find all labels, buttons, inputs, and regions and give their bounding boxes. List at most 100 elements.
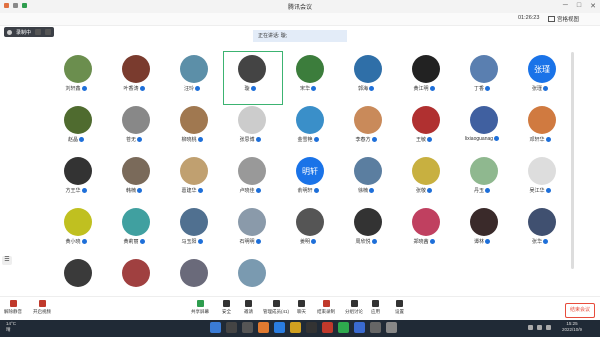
- participant-tile[interactable]: 邓轩华: [514, 103, 572, 155]
- wechat-icon[interactable]: [338, 322, 349, 333]
- participant-name-text: 王敏: [415, 137, 426, 143]
- participant-tile[interactable]: lixiaoguanag: [456, 103, 514, 155]
- view-mode-button[interactable]: 宫格视图: [548, 15, 579, 23]
- volume-icon[interactable]: [546, 325, 551, 330]
- participant-tile[interactable]: 汪玲: [166, 52, 224, 104]
- stop-recording-toolbar-button[interactable]: 结束录制: [317, 300, 335, 315]
- edge-icon[interactable]: [274, 322, 285, 333]
- wps-icon[interactable]: [322, 322, 333, 333]
- wifi-icon[interactable]: [537, 325, 542, 330]
- manage-members-button[interactable]: 管理成员(41): [263, 300, 289, 315]
- share-label: 共享屏幕: [191, 309, 209, 314]
- participant-tile[interactable]: 马玉阳: [166, 205, 224, 257]
- participant-name-text: 赵晶: [67, 137, 78, 143]
- participant-name-text: 石明明: [239, 239, 255, 245]
- side-panel-toggle[interactable]: ☰: [2, 256, 12, 265]
- verified-icon: [485, 86, 490, 92]
- participant-tile[interactable]: 谭林: [456, 205, 514, 257]
- verified-icon: [494, 136, 500, 142]
- end-meeting-button[interactable]: 结束会议: [565, 303, 595, 318]
- breakout-button[interactable]: 分组讨论: [345, 300, 363, 315]
- close-button[interactable]: ✕: [590, 2, 596, 10]
- avatar: [470, 55, 498, 83]
- participant-tile[interactable]: 苍无: [108, 103, 166, 155]
- taskbar-clock[interactable]: 15:25 2022/10/9: [562, 321, 582, 333]
- participant-name-text: 葛建华: [181, 188, 197, 194]
- task-view-icon[interactable]: [242, 322, 253, 333]
- participant-tile[interactable]: 卢晓佳: [224, 154, 282, 206]
- grid-scrollbar[interactable]: [571, 52, 574, 269]
- weather-widget[interactable]: 14°C 晴: [6, 321, 16, 332]
- participant-tile[interactable]: 姜明: [282, 205, 340, 257]
- start-icon[interactable]: [210, 322, 221, 333]
- share-screen-button[interactable]: 共享屏幕: [191, 300, 209, 315]
- participant-tile[interactable]: 宋华: [282, 52, 340, 104]
- chat-button[interactable]: 聊天: [297, 300, 306, 315]
- participant-tile[interactable]: 葛建华: [166, 154, 224, 206]
- participant-tile[interactable]: 丁香: [456, 52, 514, 104]
- minimize-button[interactable]: ─: [563, 2, 568, 10]
- avatar: [64, 55, 92, 83]
- participant-tile[interactable]: 吴江华: [514, 154, 572, 206]
- avatar: [180, 259, 208, 287]
- folder-icon[interactable]: [290, 322, 301, 333]
- avatar: [528, 106, 556, 134]
- participant-tile[interactable]: 李春方: [340, 103, 398, 155]
- app-icon[interactable]: [306, 322, 317, 333]
- participant-name: 韩楠: [108, 187, 160, 194]
- participant-name: 丹玉: [456, 187, 508, 194]
- security-button[interactable]: 安全: [222, 300, 231, 315]
- members-label: 管理成员(41): [263, 309, 290, 314]
- video-button[interactable]: 开启视频: [33, 300, 51, 315]
- participant-tile[interactable]: 韩楠: [108, 154, 166, 206]
- participant-tile[interactable]: 张思博: [224, 103, 282, 155]
- participant-tile[interactable]: 黄小晓: [50, 205, 108, 257]
- record-label: 结束录制: [317, 309, 335, 314]
- settings-button[interactable]: 设置: [395, 300, 404, 315]
- apps-button[interactable]: 应用: [371, 300, 380, 315]
- participant-tile[interactable]: 黄莉丽: [108, 205, 166, 257]
- participant-name: 赵晶: [50, 136, 102, 143]
- participant-tile[interactable]: 郑晓茜: [398, 205, 456, 257]
- avatar: [470, 106, 498, 134]
- app-icon-2[interactable]: [386, 322, 397, 333]
- participant-tile[interactable]: 丹玉: [456, 154, 514, 206]
- participant-tile[interactable]: 赵晶: [50, 103, 108, 155]
- breakout-label: 分组讨论: [345, 309, 363, 314]
- maximize-button[interactable]: □: [577, 2, 581, 10]
- verified-icon: [139, 239, 145, 245]
- participant-tile[interactable]: 王敏: [398, 103, 456, 155]
- participant-tile[interactable]: 璇: [223, 51, 283, 105]
- chevron-up-icon[interactable]: [528, 325, 533, 330]
- avatar: [64, 208, 92, 236]
- participant-name: 黄莉丽: [108, 238, 160, 245]
- stop-recording-button[interactable]: [45, 29, 52, 35]
- mi-app-icon[interactable]: [258, 322, 269, 333]
- participant-tile[interactable]: 徐楠: [340, 154, 398, 206]
- participant-tile[interactable]: 金雪艳: [282, 103, 340, 155]
- participant-tile[interactable]: 黄江明: [398, 52, 456, 104]
- participant-name: 吴江华: [514, 187, 566, 194]
- pause-recording-button[interactable]: [35, 29, 42, 35]
- participant-name-text: 汪玲: [183, 86, 194, 92]
- participant-tile[interactable]: 张华: [514, 205, 572, 257]
- participant-tile[interactable]: 石明明: [224, 205, 282, 257]
- mail-icon[interactable]: [370, 322, 381, 333]
- participant-tile[interactable]: 明轩 俞明轩: [282, 154, 340, 206]
- invite-button[interactable]: 邀请: [244, 300, 253, 315]
- participant-tile[interactable]: 方王华: [50, 154, 108, 206]
- search-icon[interactable]: [226, 322, 237, 333]
- participant-tile[interactable]: 叶香涛: [108, 52, 166, 104]
- participant-name-text: 张瑾: [531, 86, 542, 92]
- record-icon: [7, 29, 12, 35]
- mute-button[interactable]: 解除静音: [4, 300, 22, 315]
- tencent-meeting-icon[interactable]: [354, 322, 365, 333]
- participant-name-text: 张华: [531, 239, 542, 245]
- avatar: [296, 55, 324, 83]
- participant-tile[interactable]: 张瑾 张瑾: [514, 52, 572, 104]
- participant-tile[interactable]: 柳晓桃: [166, 103, 224, 155]
- participant-tile[interactable]: 张敬: [398, 154, 456, 206]
- participant-tile[interactable]: 刘轩鑫: [50, 52, 108, 104]
- participant-tile[interactable]: 郭海: [340, 52, 398, 104]
- participant-tile[interactable]: 周欣悦: [340, 205, 398, 257]
